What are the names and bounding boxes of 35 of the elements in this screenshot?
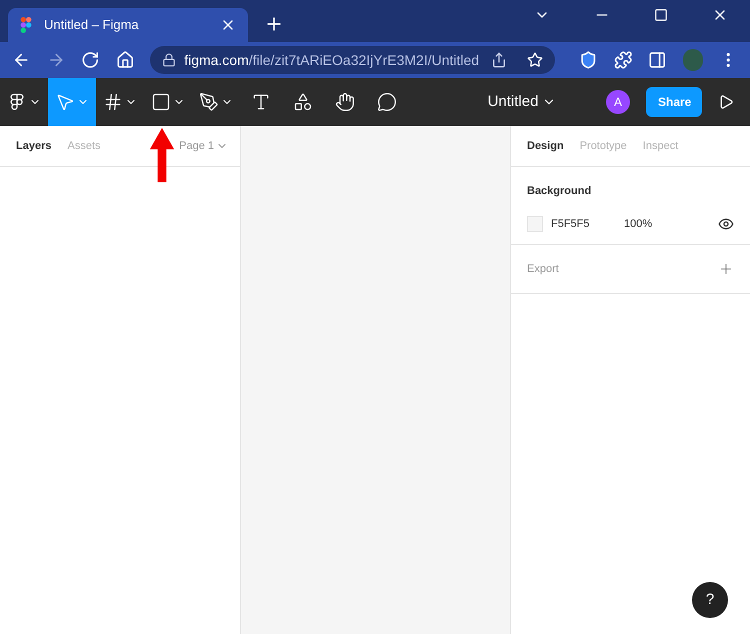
- browser-tab[interactable]: Untitled – Figma: [8, 8, 248, 42]
- present-icon[interactable]: [718, 94, 734, 110]
- text-icon: [251, 92, 271, 112]
- file-name[interactable]: Untitled: [488, 90, 538, 114]
- address-bar[interactable]: figma.com/file/zit7tARiEOa32IjYrE3M2I/Untitled: [150, 46, 556, 74]
- extension-shield-icon[interactable]: [579, 50, 598, 70]
- comment-icon: [377, 92, 397, 112]
- components-icon: [293, 92, 313, 112]
- section-title: Background: [527, 184, 592, 199]
- extensions-icon[interactable]: [614, 50, 632, 70]
- panel-tab[interactable]: Layers: [16, 138, 52, 154]
- rectangle-icon: [151, 92, 171, 112]
- tab-title: Untitled – Figma: [44, 16, 140, 34]
- panel-tab[interactable]: Design: [527, 138, 564, 154]
- bookmark-star-icon[interactable]: [527, 52, 544, 68]
- pointer-icon: [55, 92, 75, 112]
- home-icon[interactable]: [116, 50, 134, 70]
- maximize-icon[interactable]: [654, 8, 668, 22]
- section-title: Export: [527, 262, 560, 277]
- hex-value[interactable]: F5F5F5: [551, 216, 624, 232]
- lock-icon: [162, 53, 176, 67]
- color-swatch[interactable]: [527, 216, 543, 232]
- figma-favicon-icon: [20, 17, 32, 33]
- share-page-icon[interactable]: [491, 52, 508, 68]
- url-text: figma.com/file/zit7tARiEOa32IjYrE3M2I/Untitled: [184, 50, 480, 70]
- pen-icon: [199, 92, 219, 112]
- user-avatar[interactable]: A: [606, 90, 630, 114]
- opacity-value[interactable]: 100%: [624, 216, 652, 232]
- side-panel-icon[interactable]: [648, 50, 668, 70]
- arrow-annotation: [149, 126, 175, 184]
- hand-icon: [335, 92, 355, 112]
- frame-icon: [103, 92, 123, 112]
- reload-icon[interactable]: [81, 50, 100, 70]
- add-export-icon[interactable]: [718, 261, 734, 277]
- visibility-icon[interactable]: [718, 216, 734, 232]
